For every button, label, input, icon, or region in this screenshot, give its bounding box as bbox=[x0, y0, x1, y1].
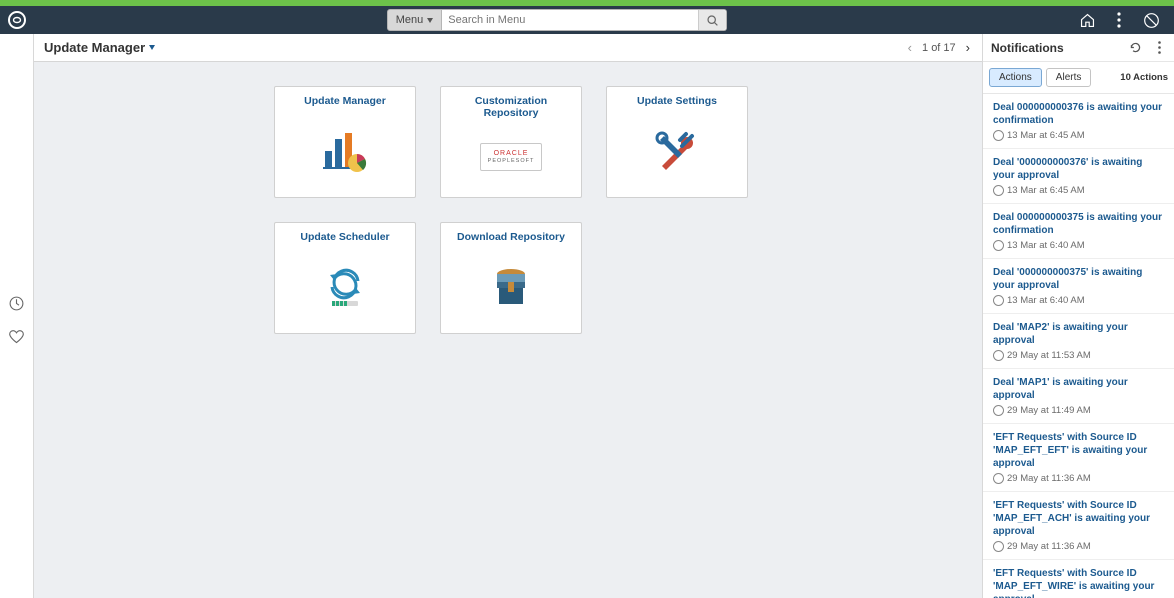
notification-item[interactable]: Deal 'MAP2' is awaiting your approval 29 … bbox=[983, 314, 1174, 369]
menu-dropdown-button[interactable]: Menu bbox=[387, 9, 443, 31]
center-content: Update Manager ‹ 1 of 17 › Update Manage… bbox=[34, 34, 982, 598]
notification-item-time: 13 Mar at 6:40 AM bbox=[993, 295, 1164, 306]
tile-update-settings[interactable]: Update Settings bbox=[606, 86, 748, 198]
notifications-header: Notifications bbox=[983, 34, 1174, 62]
notification-item[interactable]: 'EFT Requests' with Source ID 'MAP_EFT_W… bbox=[983, 560, 1174, 598]
pager-prev[interactable]: ‹ bbox=[906, 40, 914, 55]
search-input[interactable] bbox=[442, 14, 698, 26]
page-title: Update Manager bbox=[44, 40, 145, 55]
notification-item-time: 29 May at 11:53 AM bbox=[993, 350, 1164, 361]
tile-customization-repository[interactable]: Customization Repository ORACLE PEOPLESO… bbox=[440, 86, 582, 198]
notification-item-title: Deal 'MAP1' is awaiting your approval bbox=[993, 376, 1164, 402]
chevron-down-icon bbox=[149, 45, 155, 50]
notification-item[interactable]: 'EFT Requests' with Source ID 'MAP_EFT_E… bbox=[983, 424, 1174, 492]
tab-actions[interactable]: Actions bbox=[989, 68, 1042, 87]
notification-item[interactable]: Deal '000000000376' is awaiting your app… bbox=[983, 149, 1174, 204]
notification-item-title: Deal '000000000375' is awaiting your app… bbox=[993, 266, 1164, 292]
peoplesoft-text: PEOPLESOFT bbox=[488, 158, 535, 165]
notification-item-time: 13 Mar at 6:45 AM bbox=[993, 185, 1164, 196]
pager-label: 1 of 17 bbox=[922, 42, 956, 54]
menu-label: Menu bbox=[396, 14, 424, 26]
oracle-peoplesoft-box: ORACLE PEOPLESOFT bbox=[480, 125, 543, 189]
notification-item-title: Deal 'MAP2' is awaiting your approval bbox=[993, 321, 1164, 347]
pager: ‹ 1 of 17 › bbox=[906, 40, 972, 55]
more-icon[interactable] bbox=[1152, 41, 1166, 55]
notification-item-time: 29 May at 11:36 AM bbox=[993, 473, 1164, 484]
tiles-grid: Update Manager Customization Repository bbox=[34, 62, 982, 334]
notification-item-title: Deal 000000000375 is awaiting your confi… bbox=[993, 211, 1164, 237]
tile-label: Update Settings bbox=[637, 95, 717, 107]
page-title-dropdown[interactable]: Update Manager bbox=[44, 40, 155, 55]
notification-item[interactable]: 'EFT Requests' with Source ID 'MAP_EFT_A… bbox=[983, 492, 1174, 560]
actions-count: 10 Actions bbox=[1120, 72, 1168, 83]
sync-progress-icon bbox=[322, 249, 368, 325]
notification-item[interactable]: Deal 000000000376 is awaiting your confi… bbox=[983, 94, 1174, 149]
tools-icon bbox=[652, 113, 702, 189]
search-input-wrap bbox=[442, 9, 727, 31]
navigator-icon[interactable] bbox=[1142, 11, 1160, 29]
notifications-list[interactable]: Deal 000000000376 is awaiting your confi… bbox=[983, 94, 1174, 598]
notification-item-time: 29 May at 11:36 AM bbox=[993, 541, 1164, 552]
refresh-icon[interactable] bbox=[1128, 41, 1142, 55]
notification-item[interactable]: Deal 'MAP1' is awaiting your approval 29 … bbox=[983, 369, 1174, 424]
tile-label: Update Manager bbox=[304, 95, 386, 107]
notification-item[interactable]: Deal 000000000375 is awaiting your confi… bbox=[983, 204, 1174, 259]
actions-menu-icon[interactable] bbox=[1110, 11, 1128, 29]
notification-item[interactable]: Deal '000000000375' is awaiting your app… bbox=[983, 259, 1174, 314]
tab-alerts[interactable]: Alerts bbox=[1046, 68, 1092, 87]
search-icon bbox=[706, 14, 719, 27]
global-search: Menu bbox=[387, 9, 728, 31]
favorites-icon[interactable] bbox=[8, 328, 26, 346]
notification-item-title: Deal '000000000376' is awaiting your app… bbox=[993, 156, 1164, 182]
tile-label: Download Repository bbox=[457, 231, 565, 243]
notifications-panel: Notifications Actions Alerts 10 Actions … bbox=[982, 34, 1174, 598]
oracle-logo-icon[interactable] bbox=[8, 11, 26, 29]
notification-item-time: 13 Mar at 6:45 AM bbox=[993, 130, 1164, 141]
notification-item-title: 'EFT Requests' with Source ID 'MAP_EFT_W… bbox=[993, 567, 1164, 598]
pager-next[interactable]: › bbox=[964, 40, 972, 55]
bar-chart-icon bbox=[321, 113, 369, 189]
chevron-down-icon bbox=[427, 18, 433, 23]
notification-item-title: Deal 000000000376 is awaiting your confi… bbox=[993, 101, 1164, 127]
tile-update-scheduler[interactable]: Update Scheduler bbox=[274, 222, 416, 334]
search-button[interactable] bbox=[698, 10, 726, 30]
tile-label: Customization Repository bbox=[449, 95, 573, 119]
home-icon[interactable] bbox=[1078, 11, 1096, 29]
notification-item-time: 29 May at 11:49 AM bbox=[993, 405, 1164, 416]
notification-item-title: 'EFT Requests' with Source ID 'MAP_EFT_E… bbox=[993, 431, 1164, 470]
recents-icon[interactable] bbox=[8, 294, 26, 312]
global-header: Menu bbox=[0, 6, 1174, 34]
notification-tabs: Actions Alerts 10 Actions bbox=[983, 62, 1174, 94]
tile-download-repository[interactable]: Download Repository bbox=[440, 222, 582, 334]
notification-item-title: 'EFT Requests' with Source ID 'MAP_EFT_A… bbox=[993, 499, 1164, 538]
notifications-title: Notifications bbox=[991, 41, 1064, 55]
left-rail bbox=[0, 34, 34, 598]
tile-update-manager[interactable]: Update Manager bbox=[274, 86, 416, 198]
notification-item-time: 13 Mar at 6:40 AM bbox=[993, 240, 1164, 251]
oracle-text: ORACLE bbox=[488, 149, 535, 158]
download-box-icon bbox=[488, 249, 534, 325]
tile-label: Update Scheduler bbox=[300, 231, 389, 243]
page-header: Update Manager ‹ 1 of 17 › bbox=[34, 34, 982, 62]
header-right-icons bbox=[1078, 11, 1160, 29]
